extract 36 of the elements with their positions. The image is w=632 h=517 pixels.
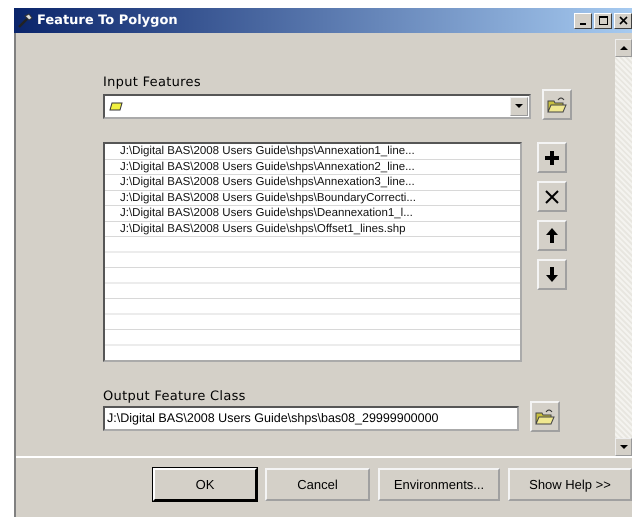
list-item[interactable]: J:\Digital BAS\2008 Users Guide\shps\Annexation1_line... [105,144,520,160]
output-field[interactable]: J:\Digital BAS\2008 Users Guide\shps\bas08_29999900000 [103,406,519,431]
polygon-layer-icon [109,102,123,111]
folder-icon [535,408,555,426]
field-label: Output Feature Class [103,389,247,404]
input-features-dropdown[interactable] [103,94,531,119]
move-up-button[interactable] [537,220,567,251]
minimize-icon [580,22,586,24]
list-item[interactable]: J:\Digital BAS\2008 Users Guide\shps\Deannexation1_l... [105,206,520,222]
arrow-down-icon [546,267,558,282]
hammer-icon [17,12,33,28]
move-down-button[interactable] [537,259,567,290]
list-item[interactable]: J:\Digital BAS\2008 Users Guide\shps\Offset1_lines.shp [105,222,520,237]
window-title: Feature To Polygon [37,13,179,28]
remove-button[interactable] [537,181,567,212]
plus-icon [545,150,559,164]
show-help-button[interactable]: Show Help >> [508,468,632,501]
list-item[interactable]: J:\Digital BAS\2008 Users Guide\shps\Annexation3_line... [105,175,520,190]
maximize-icon [598,16,608,25]
browse-button[interactable] [542,89,572,120]
add-button[interactable] [537,142,567,173]
scrollbar[interactable] [615,39,632,456]
cancel-button[interactable]: Cancel [265,468,370,501]
ok-button[interactable]: OK [153,468,257,501]
list-item[interactable]: J:\Digital BAS\2008 Users Guide\shps\Annexation2_line... [105,160,520,175]
arrow-up-icon [546,228,558,243]
close-icon [618,16,628,25]
minimize-button[interactable] [574,12,592,28]
close-button[interactable] [614,12,632,28]
environments-button[interactable]: Environments... [378,468,500,501]
list-item[interactable]: J:\Digital BAS\2008 Users Guide\shps\BoundaryCorrecti... [105,190,520,206]
browse-button[interactable] [530,401,560,432]
close-icon [545,190,559,204]
folder-icon [547,96,567,114]
maximize-button[interactable] [594,12,612,28]
field-label: Input Features [103,75,202,90]
